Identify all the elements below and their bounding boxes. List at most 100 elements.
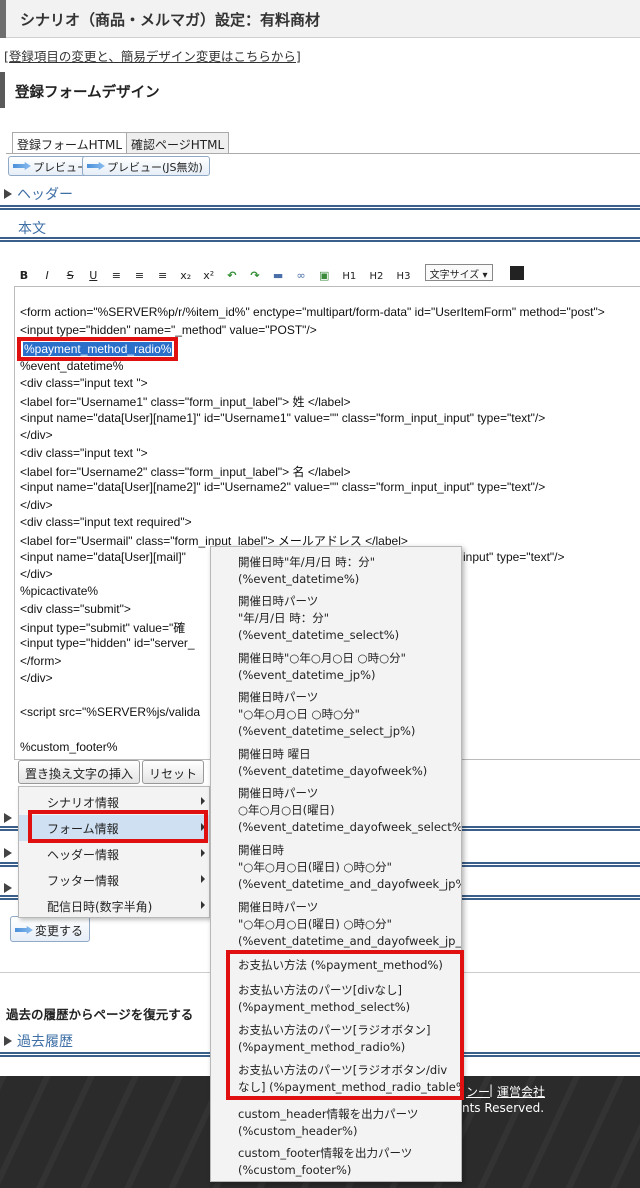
submenu-event-datetime-select[interactable]: 開催日時パーツ "年/月/日 時：分" (%event_datetime_selec… bbox=[211, 593, 461, 644]
history-toggle[interactable]: 過去履歴 bbox=[4, 1031, 73, 1051]
code-line: </div> bbox=[20, 567, 53, 581]
editor-toolbar: B I S U ≡ ≡ ≡ x₂ x² ↶ ↷ ▬ ∞ ▣ H1 H2 H3 文… bbox=[16, 264, 524, 284]
align-right-icon[interactable]: ≡ bbox=[155, 268, 171, 284]
code-line: %custom_footer% bbox=[20, 740, 118, 754]
chevron-right-icon bbox=[201, 875, 205, 883]
code-line: %event_datetime% bbox=[20, 359, 124, 373]
menu-item-label: シナリオ情報 bbox=[47, 796, 120, 810]
header-section-toggle[interactable]: ヘッダー bbox=[4, 184, 73, 204]
submenu-event-datetime-dayofweek-select[interactable]: 開催日時パーツ ○年○月○日(曜日) (%event_datetime_dayofw… bbox=[211, 785, 461, 836]
code-line: %picactivate% bbox=[20, 584, 99, 598]
section-rule bbox=[0, 237, 640, 242]
underline-button[interactable]: U bbox=[85, 268, 101, 284]
triangle-right-icon bbox=[4, 808, 17, 827]
code-line: <div class="input text "> bbox=[20, 446, 148, 460]
history-heading: 過去の履歴からページを復元する bbox=[6, 1007, 194, 1022]
submenu-custom-header[interactable]: custom_header情報を出力パーツ (%custom_header%) bbox=[211, 1106, 461, 1140]
strikethrough-button[interactable]: S bbox=[62, 268, 78, 284]
submenu-event-datetime[interactable]: 開催日時"年/月/日 時：分" (%event_datetime%) bbox=[211, 554, 461, 588]
italic-button[interactable]: I bbox=[39, 268, 55, 284]
menu-item-header-info[interactable]: ヘッダー情報 bbox=[19, 841, 209, 867]
form-info-callout bbox=[28, 810, 208, 843]
code-line: </div> bbox=[20, 428, 53, 442]
section-rule bbox=[0, 205, 640, 210]
preview-js-disabled-button[interactable]: プレビュー(JS無効) bbox=[82, 156, 210, 176]
tab-form-html[interactable]: 登録フォームHTML bbox=[12, 132, 128, 154]
code-line-tail: input" type="text"/> bbox=[463, 550, 565, 564]
footer-link-fragment[interactable]: ンー bbox=[466, 1083, 490, 1100]
code-line: <input name="data[User][mail]" bbox=[20, 550, 186, 564]
bold-button[interactable]: B bbox=[16, 268, 32, 284]
submenu-event-datetime-and-dayofweek-jp[interactable]: 開催日時 "○年○月○日(曜日) ○時○分" (%event_datetime_an… bbox=[211, 842, 461, 893]
heading3-button[interactable]: H3 bbox=[394, 269, 414, 285]
form-design-heading: 登録フォームデザイン bbox=[0, 72, 640, 108]
heading1-button[interactable]: H1 bbox=[339, 269, 359, 285]
header-section-label: ヘッダー bbox=[17, 187, 73, 203]
submenu-custom-footer[interactable]: custom_footer情報を出力パーツ (%custom_footer%) bbox=[211, 1145, 461, 1179]
undo-icon[interactable]: ↶ bbox=[224, 268, 240, 284]
submenu-event-datetime-dayofweek[interactable]: 開催日時 曜日 (%event_datetime_dayofweek%) bbox=[211, 746, 461, 780]
footer-separator: | bbox=[489, 1083, 494, 1097]
redo-icon[interactable]: ↷ bbox=[247, 268, 263, 284]
subscript-button[interactable]: x₂ bbox=[178, 268, 194, 284]
insert-placeholder-button[interactable]: 置き換え文字の挿入 bbox=[18, 760, 141, 784]
tab-confirm-html[interactable]: 確認ページHTML bbox=[126, 132, 230, 154]
code-line: <input name="data[User][name1]" id="User… bbox=[20, 411, 546, 425]
align-left-icon[interactable]: ≡ bbox=[108, 268, 124, 284]
align-center-icon[interactable]: ≡ bbox=[131, 268, 147, 284]
chevron-right-icon bbox=[201, 849, 205, 857]
registration-settings-link[interactable]: [登録項目の変更と、簡易デザイン変更はこちらから] bbox=[4, 46, 301, 65]
tab-divider bbox=[6, 153, 640, 154]
triangle-right-icon bbox=[4, 843, 17, 862]
page-title: シナリオ（商品・メルマガ）設定：有料商材 bbox=[20, 11, 321, 29]
submenu-event-datetime-select-jp[interactable]: 開催日時パーツ "○年○月○日 ○時○分" (%event_datetime_sel… bbox=[211, 689, 461, 740]
code-line: </div> bbox=[20, 498, 53, 512]
superscript-button[interactable]: x² bbox=[201, 268, 217, 284]
arrow-right-icon bbox=[13, 162, 31, 170]
form-design-heading-text: 登録フォームデザイン bbox=[15, 85, 160, 101]
submenu-event-datetime-and-dayofweek-jp-select[interactable]: 開催日時パーツ "○年○月○日(曜日) ○時○分" (%event_datetime… bbox=[211, 899, 461, 950]
link-icon[interactable]: ∞ bbox=[293, 268, 309, 284]
code-line: </form> bbox=[20, 654, 62, 668]
arrow-right-icon bbox=[87, 162, 105, 170]
code-line: <form action="%SERVER%p/r/%item_id%" enc… bbox=[20, 305, 605, 319]
menu-item-label: 配信日時(数字半角) bbox=[47, 900, 153, 914]
menu-item-label: フッター情報 bbox=[47, 874, 120, 888]
chevron-right-icon bbox=[201, 797, 205, 805]
code-line: </div> bbox=[20, 671, 53, 685]
preview-button-label: プレビュー bbox=[33, 161, 88, 174]
code-line: <label for="Username1" class="form_input… bbox=[20, 395, 351, 409]
change-button-label: 変更する bbox=[35, 924, 84, 938]
selected-placeholder-text: %payment_method_radio% bbox=[23, 342, 173, 356]
title-accent bbox=[0, 0, 6, 38]
heading2-button[interactable]: H2 bbox=[366, 269, 386, 285]
change-button[interactable]: 変更する bbox=[10, 916, 91, 942]
footer-operator-link[interactable]: 運営会社 bbox=[497, 1083, 545, 1100]
code-line: <input type="hidden" id="server_ bbox=[20, 636, 195, 650]
chevron-right-icon bbox=[201, 901, 205, 909]
code-line: <div class="input text required"> bbox=[20, 515, 192, 529]
menu-item-footer-info[interactable]: フッター情報 bbox=[19, 867, 209, 893]
horizontal-rule-icon[interactable]: ▬ bbox=[270, 268, 286, 284]
highlight-callout: %payment_method_radio% bbox=[17, 337, 179, 361]
code-line: <input type="hidden" name="_method" valu… bbox=[20, 323, 317, 337]
body-section-label: 本文 bbox=[18, 221, 46, 237]
footer-rights: nts Reserved. bbox=[462, 1101, 545, 1115]
code-line: <input name="data[User][name2]" id="User… bbox=[20, 480, 546, 494]
triangle-right-icon bbox=[4, 1036, 12, 1046]
triangle-right-icon bbox=[4, 189, 12, 199]
font-size-select[interactable]: 文字サイズ ▾ bbox=[424, 264, 493, 281]
code-line: <input type="submit" value="確 bbox=[20, 621, 186, 635]
code-line: <div class="submit"> bbox=[20, 602, 131, 616]
submenu-event-datetime-jp[interactable]: 開催日時"○年○月○日 ○時○分" (%event_datetime_jp%) bbox=[211, 650, 461, 684]
arrow-right-icon bbox=[15, 926, 33, 934]
menu-item-delivery-datetime[interactable]: 配信日時(数字半角) bbox=[19, 893, 209, 919]
history-link-label: 過去履歴 bbox=[17, 1034, 73, 1050]
image-icon[interactable]: ▣ bbox=[316, 268, 332, 284]
menu-item-label: ヘッダー情報 bbox=[47, 848, 120, 862]
reset-button[interactable]: リセット bbox=[142, 760, 205, 784]
code-line: <label for="Username2" class="form_input… bbox=[20, 465, 351, 479]
text-color-button[interactable] bbox=[509, 266, 524, 280]
payment-method-callout bbox=[226, 950, 464, 1100]
code-line: <script src="%SERVER%js/valida bbox=[20, 705, 201, 719]
